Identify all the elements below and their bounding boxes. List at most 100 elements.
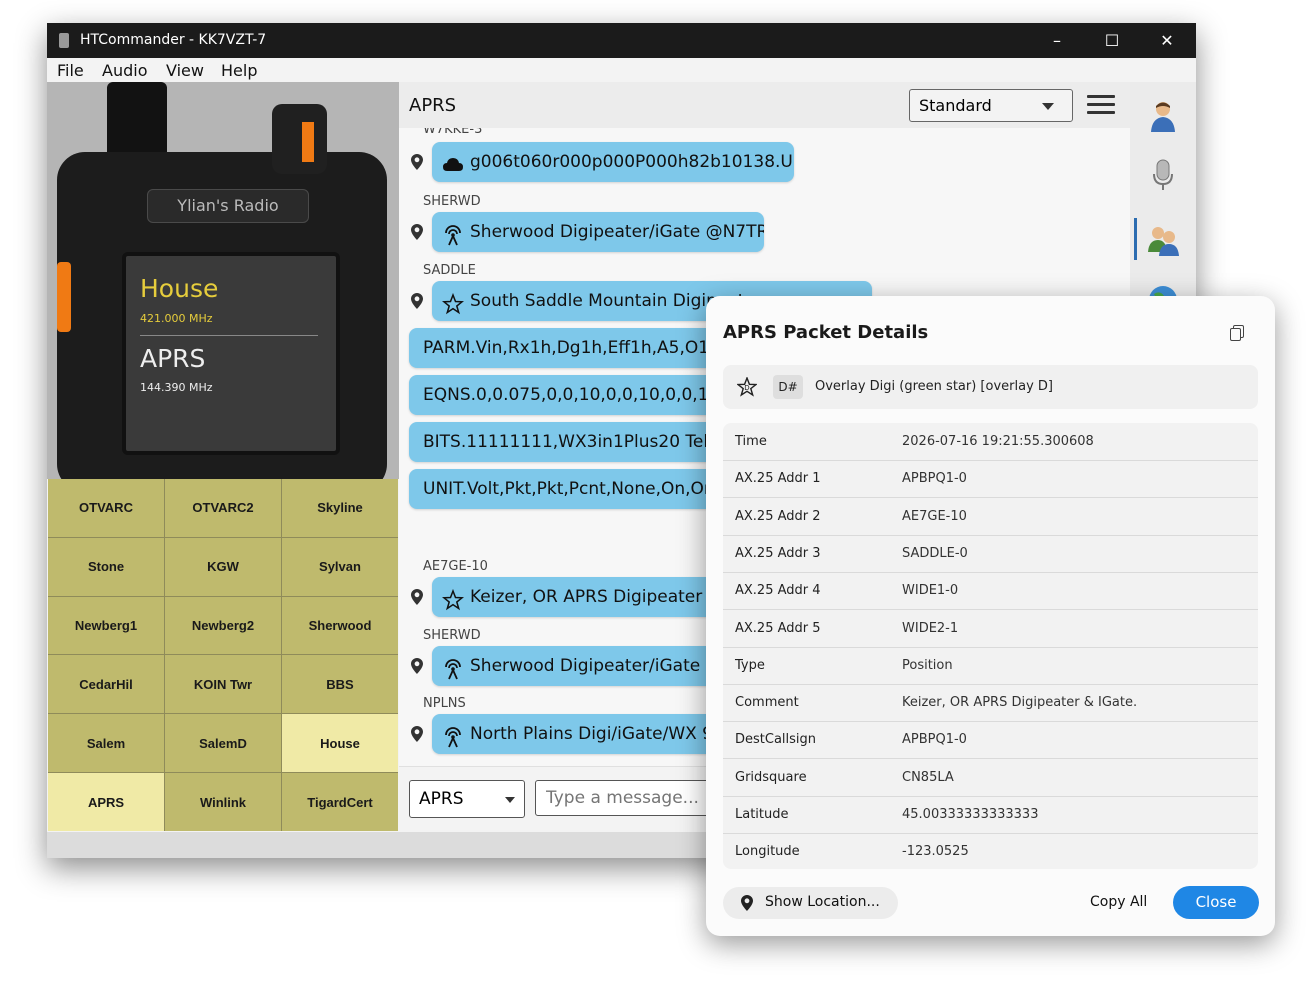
message-bubble[interactable]: Sherwood Digipeater/iGate @N7TRY [432,212,764,252]
packet-field-name: AX.25 Addr 3 [735,545,821,561]
message-sender: NPLNS [423,696,466,711]
packet-row: Comment Keizer, OR APRS Digipeater & IGat… [723,684,1258,723]
svg-text:D: D [744,384,749,392]
close-window-button[interactable]: ✕ [1144,23,1190,58]
view-mode-dropdown[interactable]: Standard [909,89,1073,122]
packet-row: AX.25 Addr 1 APBPQ1-0 [723,460,1258,499]
channel-button[interactable]: BBS [282,655,398,714]
packet-field-value: Position [902,657,953,673]
menu-bar: File Audio View Help [47,58,1196,82]
message-text: g006t060r000p000P000h82b10138.U21h [470,152,794,172]
menu-audio[interactable]: Audio [102,61,147,80]
packet-row: AX.25 Addr 3 SADDLE-0 [723,535,1258,573]
channel-button[interactable]: Skyline [282,479,398,537]
channel-button[interactable]: Salem [48,714,164,773]
radio-image-panel: Ylian's Radio House 421.000 MHz APRS 144… [47,82,399,479]
symbol-description: Overlay Digi (green star) [overlay D] [815,379,1053,394]
menu-file[interactable]: File [57,61,84,80]
packet-row: Latitude 45.00333333333333 [723,796,1258,834]
packet-row: Time 2026-07-16 19:21:55.300608 [723,423,1258,461]
channel-button[interactable]: Stone [48,537,164,596]
packet-field-name: Longitude [735,844,800,860]
channel-button[interactable]: KOIN Twr [165,655,281,714]
location-pin-icon[interactable] [411,293,425,311]
packet-field-name: Time [735,434,767,449]
radio-antenna [107,82,167,162]
antenna-icon [442,723,464,748]
digi-star-icon: D [737,377,757,397]
radio-knob[interactable] [272,104,327,174]
channel-button[interactable]: OTVARC [48,479,164,537]
message-mode-value: APRS [419,789,464,809]
copy-icon[interactable] [1230,325,1244,341]
packet-row: AX.25 Addr 2 AE7GE-10 [723,498,1258,536]
menu-help[interactable]: Help [221,61,257,80]
message-sender: SHERWD [423,194,481,209]
title-bar: HTCommander - KK7VZT-7 – ☐ ✕ [47,23,1196,58]
dialog-title: APRS Packet Details [723,322,929,343]
packet-field-name: AX.25 Addr 2 [735,508,821,524]
message-text: North Plains Digi/iGate/WX 9W [470,724,730,744]
packet-row: Longitude -123.0525 [723,833,1258,869]
channel-b-freq: 144.390 MHz [140,381,213,394]
close-button[interactable]: Close [1173,886,1259,919]
message-bubble[interactable]: g006t060r000p000P000h82b10138.U21h [432,142,794,182]
packet-field-value: Keizer, OR APRS Digipeater & IGate. [902,695,1138,711]
channel-b-name: APRS [140,344,206,373]
packet-row: DestCallsign APBPQ1-0 [723,721,1258,760]
channel-grid: OTVARC OTVARC2 Skyline Stone KGW Sylvan Newber… [48,479,398,831]
show-location-button[interactable]: Show Location... [723,887,898,919]
channel-button[interactable]: OTVARC2 [165,479,281,537]
user-contact-icon[interactable] [1146,98,1180,134]
location-pin-icon[interactable] [411,726,425,744]
message-mode-select[interactable]: APRS [409,780,525,818]
channel-button[interactable]: Winlink [165,773,281,831]
channel-button[interactable]: Sherwood [282,596,398,655]
contacts-group-icon[interactable] [1146,222,1180,258]
antenna-icon [442,655,464,680]
packet-field-name: AX.25 Addr 4 [735,583,821,599]
ptt-button[interactable] [57,262,71,332]
channel-button[interactable]: House [282,714,398,773]
channel-button[interactable]: KGW [165,537,281,596]
cloud-icon [442,151,464,173]
packet-table: Time 2026-07-16 19:21:55.300608 AX.25 Addr… [723,423,1258,869]
maximize-button[interactable]: ☐ [1089,23,1135,58]
microphone-icon[interactable] [1146,158,1180,194]
packet-field-value: WIDE2-1 [902,620,959,636]
channel-button[interactable]: Newberg2 [165,596,281,655]
message-text: Sherwood Digipeater/iGate @N7TRY [470,222,764,242]
channel-button[interactable]: Sylvan [282,537,398,596]
chevron-down-icon [505,797,515,803]
copy-all-button[interactable]: Copy All [1090,894,1147,910]
message-sender: W7KKE-3 [423,128,483,137]
radio-display: House 421.000 MHz APRS 144.390 MHz [122,252,340,455]
digi-star-icon [441,290,465,315]
aprs-header: APRS Standard [399,82,1130,128]
minimize-button[interactable]: – [1034,23,1080,58]
packet-field-name: Type [735,657,765,673]
packet-field-value: APBPQ1-0 [902,732,967,748]
channel-button[interactable]: TigardCert [282,773,398,831]
active-indicator [1134,218,1137,260]
radio-name-label: Ylian's Radio [147,189,309,223]
packet-field-name: Latitude [735,807,789,822]
location-pin-icon[interactable] [411,589,425,607]
location-pin-icon[interactable] [411,658,425,676]
view-mode-value: Standard [919,96,992,115]
channel-button[interactable]: APRS [48,773,164,831]
location-pin-icon[interactable] [411,224,425,242]
window-title: HTCommander - KK7VZT-7 [80,32,267,48]
channel-button[interactable]: CedarHil [48,655,164,714]
location-pin-icon[interactable] [411,154,425,172]
packet-field-value: SADDLE-0 [902,545,968,561]
channel-button[interactable]: SalemD [165,714,281,773]
knob-band [302,122,314,162]
channel-button[interactable]: Newberg1 [48,596,164,655]
packet-field-value: WIDE1-0 [902,583,959,599]
menu-view[interactable]: View [166,61,204,80]
packet-details-dialog: APRS Packet Details D D# Overlay Digi (g… [706,296,1275,936]
hamburger-menu-icon[interactable] [1087,95,1115,115]
packet-field-value: APBPQ1-0 [902,471,967,487]
packet-field-name: Comment [735,695,799,711]
